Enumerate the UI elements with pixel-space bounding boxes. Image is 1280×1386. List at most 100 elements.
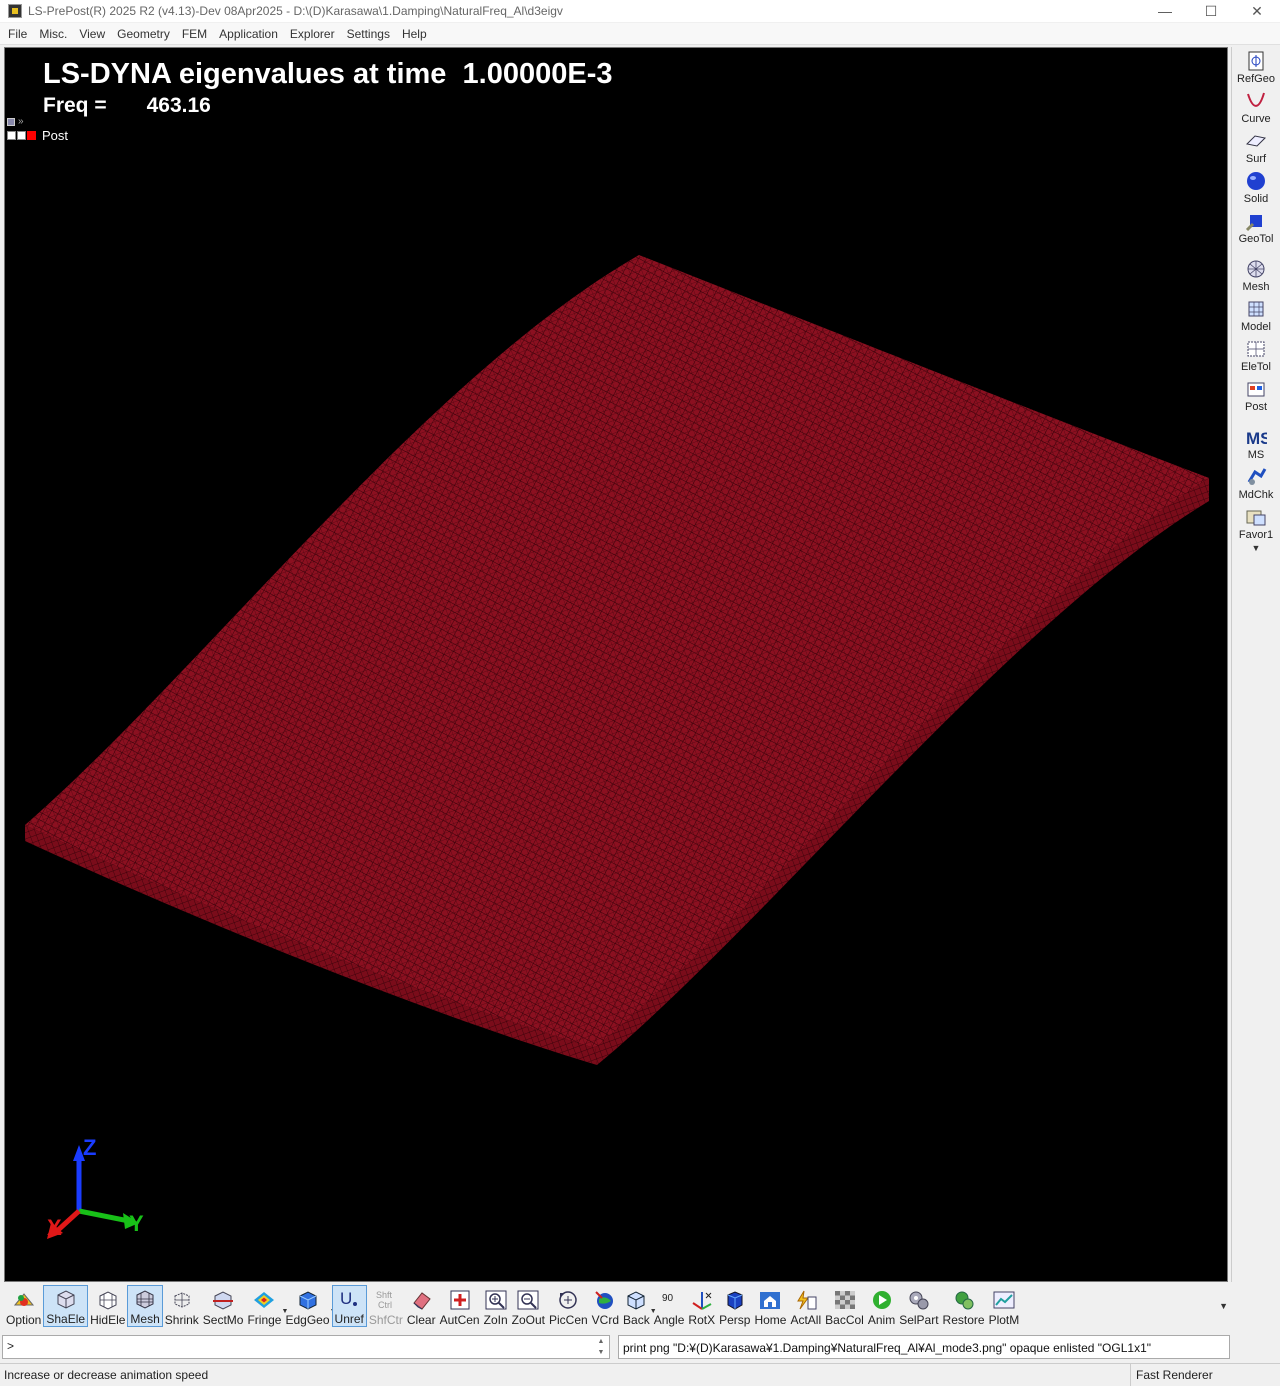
app-logo-icon	[8, 4, 22, 18]
restore-button[interactable]: Restore	[941, 1285, 987, 1327]
shfctr-button[interactable]: Shft Ctrl ShfCtr	[367, 1285, 405, 1327]
play-icon	[872, 1291, 891, 1309]
post-label: Post	[42, 128, 69, 143]
model-icon	[1248, 301, 1264, 317]
edge-geometry-icon	[299, 1291, 316, 1310]
zoom-in-icon	[485, 1290, 507, 1310]
actall-button[interactable]: ActAll	[788, 1285, 823, 1327]
home-icon	[760, 1292, 781, 1309]
clear-button[interactable]: Clear	[405, 1285, 438, 1327]
rt-surf-button[interactable]: Surf	[1232, 127, 1280, 167]
command-history-field[interactable]: print png "D:¥(D)Karasawa¥1.Damping¥Natu…	[618, 1335, 1230, 1359]
plotm-button[interactable]: PlotM	[987, 1285, 1022, 1327]
edggeo-button[interactable]: EdgGeo ▼	[283, 1285, 337, 1327]
rt-mdchk-button[interactable]: MdChk	[1232, 463, 1280, 503]
maximize-button[interactable]: ☐	[1188, 0, 1234, 22]
fringe-button[interactable]: Fringe ▼	[245, 1285, 288, 1327]
sectmo-button[interactable]: SectMo	[201, 1285, 246, 1327]
freq-label: Freq =	[43, 94, 107, 117]
background-color-icon	[834, 1291, 855, 1309]
shaded-element-icon	[57, 1290, 75, 1309]
unref-button[interactable]: U Unref	[331, 1285, 367, 1327]
rt-ms-button[interactable]: MS MS	[1232, 423, 1280, 463]
angle-button[interactable]: 90 Angle	[652, 1285, 687, 1327]
unreferenced-icon: U	[340, 1289, 358, 1308]
window-controls: — ☐ ✕	[1142, 0, 1280, 22]
baccol-button[interactable]: BacCol	[823, 1285, 866, 1327]
menu-geometry[interactable]: Geometry	[111, 23, 176, 45]
toolbar-overflow-icon[interactable]: ▼	[1219, 1301, 1228, 1311]
axis-z-label: Z	[83, 1135, 96, 1160]
axis-x-label: X	[47, 1215, 62, 1240]
piccen-button[interactable]: PicCen	[547, 1285, 590, 1327]
menu-explorer[interactable]: Explorer	[284, 23, 341, 45]
persp-button[interactable]: Persp	[717, 1285, 752, 1327]
select-part-icon	[909, 1291, 929, 1310]
menu-settings[interactable]: Settings	[341, 23, 396, 45]
right-toolbar: RefGeo Curve Surf Solid GeoTol Mesh Mode…	[1231, 47, 1280, 1282]
minimize-button[interactable]: —	[1142, 0, 1188, 22]
hidden-element-icon	[99, 1291, 117, 1310]
menu-application[interactable]: Application	[213, 23, 284, 45]
part-color-swatch[interactable]	[27, 131, 36, 140]
rt-model-button[interactable]: Model	[1232, 295, 1280, 335]
shaele-button[interactable]: ShaEle	[43, 1285, 89, 1327]
home-button[interactable]: Home	[752, 1285, 788, 1327]
restore-icon	[955, 1291, 974, 1310]
command-input[interactable]: >	[2, 1335, 610, 1359]
anim-button[interactable]: Anim	[866, 1285, 897, 1327]
zoin-button[interactable]: ZoIn	[482, 1285, 510, 1327]
expand-icon[interactable]	[7, 131, 16, 140]
vcrd-button[interactable]: VCrd	[590, 1285, 621, 1327]
shrink-button[interactable]: Shrink	[163, 1285, 201, 1327]
rotx-button[interactable]: RotX	[686, 1285, 717, 1327]
status-bar: Increase or decrease animation speed Fas…	[0, 1363, 1280, 1386]
menu-fem[interactable]: FEM	[176, 23, 213, 45]
section-icon	[213, 1291, 234, 1310]
menu-view[interactable]: View	[73, 23, 111, 45]
close-button[interactable]: ✕	[1234, 0, 1280, 22]
rt-favor1-button[interactable]: Favor1	[1232, 503, 1280, 543]
shift-ctrl-icon: ShftCtrl	[376, 1290, 393, 1310]
axis-y-label: Y	[129, 1211, 144, 1236]
ms-icon: MS	[1246, 429, 1267, 448]
graphics-viewport[interactable]: Z Y X LS-DYNA eigenvalues at time 1.0000…	[4, 47, 1228, 1282]
back-view-icon	[627, 1291, 645, 1310]
refgeo-icon	[1248, 51, 1264, 71]
zoom-out-icon	[517, 1290, 539, 1310]
rt-mesh-button[interactable]: Mesh	[1232, 255, 1280, 295]
plot-icon	[993, 1291, 1015, 1309]
menu-file[interactable]: File	[2, 23, 33, 45]
viewport-collapse-toggle[interactable]: »	[7, 116, 24, 127]
geotol-icon	[1245, 215, 1262, 232]
selpart-button[interactable]: SelPart	[897, 1285, 940, 1327]
pick-center-icon	[559, 1291, 578, 1309]
mesh-button[interactable]: Mesh	[127, 1285, 163, 1327]
hidele-button[interactable]: HidEle ▼	[88, 1285, 132, 1327]
rt-refgeo-button[interactable]: RefGeo	[1232, 47, 1280, 87]
zoout-button[interactable]: ZoOut	[510, 1285, 547, 1327]
visibility-checkbox[interactable]	[17, 131, 26, 140]
mesh-icon	[1247, 260, 1265, 278]
rt-eletol-button[interactable]: EleTol	[1232, 335, 1280, 375]
back-button[interactable]: Back ▼	[621, 1285, 657, 1327]
menu-bar: File Misc. View Geometry FEM Application…	[0, 23, 1280, 45]
rt-curve-button[interactable]: Curve	[1232, 87, 1280, 127]
rt-post-button[interactable]: Post	[1232, 375, 1280, 415]
autcen-button[interactable]: AutCen	[438, 1285, 482, 1327]
menu-misc[interactable]: Misc.	[33, 23, 73, 45]
rt-solid-button[interactable]: Solid	[1232, 167, 1280, 207]
post-part-row[interactable]: Post	[7, 128, 68, 143]
status-message: Increase or decrease animation speed	[4, 1368, 209, 1382]
freq-value: 463.16	[146, 94, 211, 117]
rt-geotol-button[interactable]: GeoTol	[1232, 207, 1280, 247]
auto-center-icon	[450, 1290, 470, 1310]
solid-icon	[1247, 172, 1265, 190]
renderer-status: Fast Renderer	[1130, 1364, 1218, 1386]
rt-more-icon[interactable]: ▼	[1232, 543, 1280, 553]
svg-text:MS: MS	[1246, 429, 1267, 448]
command-spinner-icon[interactable]: ▲ ▼	[594, 1336, 608, 1358]
menu-help[interactable]: Help	[396, 23, 433, 45]
view-coord-icon	[595, 1291, 614, 1309]
option-button[interactable]: Option	[4, 1285, 43, 1327]
